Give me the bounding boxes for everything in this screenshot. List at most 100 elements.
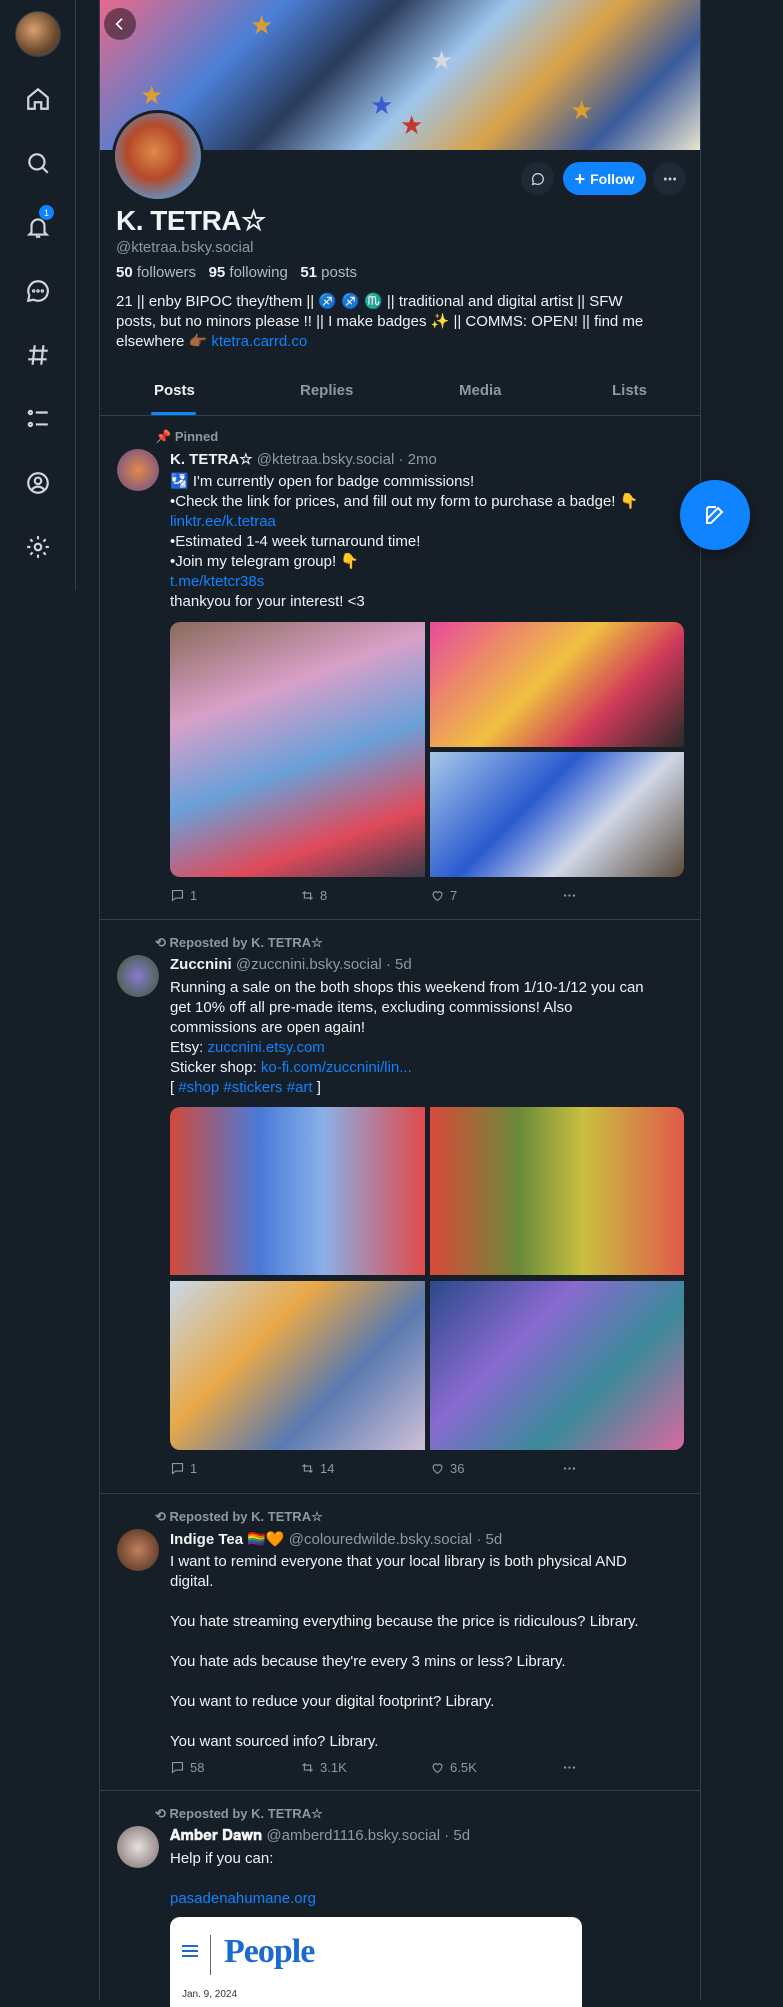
post-context: ⟲ Reposted by K. TETRA☆ bbox=[155, 1806, 323, 1821]
follow-button[interactable]: + Follow bbox=[563, 162, 646, 195]
ellipsis-icon bbox=[663, 177, 676, 180]
posts-count: 51 posts bbox=[300, 264, 358, 281]
following-link[interactable]: 95 following bbox=[209, 264, 288, 281]
author-avatar[interactable] bbox=[117, 449, 159, 491]
post-text: I want to remind everyone that your loca… bbox=[170, 1553, 639, 1750]
profile-bio: 21 || enby BIPOC they/them || ♐ ♐ ♏ || t… bbox=[116, 293, 644, 350]
notification-badge: 1 bbox=[39, 205, 54, 220]
post-image-grid[interactable] bbox=[170, 622, 684, 877]
post-image[interactable] bbox=[170, 1107, 425, 1275]
ellipsis-icon bbox=[563, 1766, 576, 1769]
repost-button[interactable]: 3.1K bbox=[300, 1760, 347, 1775]
profile-icon[interactable] bbox=[22, 467, 54, 499]
lists-icon[interactable] bbox=[22, 403, 54, 435]
bio-link[interactable]: ktetra.carrd.co bbox=[211, 333, 307, 350]
like-button[interactable]: 6.5K bbox=[430, 1760, 477, 1775]
reply-button[interactable]: 1 bbox=[170, 1461, 197, 1476]
chat-bubble-icon bbox=[531, 172, 544, 185]
like-button[interactable]: 7 bbox=[430, 888, 457, 903]
feed-post[interactable]: ⟲ Reposted by K. TETRA☆ Zuccnini @zuccni… bbox=[100, 920, 700, 1494]
plus-icon: + bbox=[574, 168, 586, 189]
profile-main: ★ ★ ★ ★ ★ ★ + Follow K. TETRA☆ @ktetraa.… bbox=[99, 0, 701, 2007]
post-context: 📌 Pinned bbox=[155, 429, 219, 444]
profile-display-name: K. TETRA☆ bbox=[116, 205, 266, 236]
post-image[interactable] bbox=[170, 622, 425, 877]
followers-link[interactable]: 50 followers bbox=[116, 264, 196, 281]
tab-media[interactable]: Media bbox=[459, 382, 502, 399]
ellipsis-icon bbox=[563, 1467, 576, 1470]
post-more-button[interactable] bbox=[562, 888, 577, 903]
menu-icon bbox=[182, 1945, 198, 1947]
home-icon[interactable] bbox=[22, 83, 54, 115]
post-link[interactable]: t.me/ktetcr38s bbox=[170, 572, 680, 592]
chat-icon[interactable] bbox=[22, 275, 54, 307]
profile-handle: @ktetraa.bsky.social bbox=[116, 239, 254, 256]
profile-tabs: Posts Replies Media Lists bbox=[100, 372, 700, 416]
post-link[interactable]: pasadenahumane.org bbox=[170, 1889, 680, 1909]
heart-icon bbox=[432, 1763, 443, 1774]
reply-icon bbox=[171, 1462, 184, 1475]
post-text: Help if you can: pasadenahumane.org bbox=[170, 1849, 680, 1909]
message-button[interactable] bbox=[521, 162, 554, 195]
feed-post[interactable]: 📌 Pinned K. TETRA☆ @ktetraa.bsky.social … bbox=[100, 417, 700, 920]
post-text: 🛂 I'm currently open for badge commissio… bbox=[170, 472, 680, 612]
settings-gear-icon[interactable] bbox=[22, 531, 54, 563]
repost-icon bbox=[302, 1762, 313, 1773]
ellipsis-icon bbox=[563, 894, 576, 897]
post-more-button[interactable] bbox=[562, 1760, 577, 1775]
back-button[interactable] bbox=[104, 8, 136, 40]
post-header: Zuccnini @zuccnini.bsky.social · 5d bbox=[170, 956, 412, 973]
tab-replies[interactable]: Replies bbox=[300, 382, 353, 399]
reply-icon bbox=[171, 1761, 184, 1774]
post-header: Indige Tea 🏳️‍🌈🧡 @colouredwilde.bsky.soc… bbox=[170, 1531, 503, 1548]
link-card-brand: People bbox=[224, 1933, 315, 1970]
notifications-icon[interactable]: 1 bbox=[22, 205, 54, 243]
post-image[interactable] bbox=[430, 622, 684, 747]
author-avatar[interactable] bbox=[117, 1529, 159, 1571]
post-header: 𝐀𝐦𝐛𝐞𝐫 𝐃𝐚𝐰𝐧 @amberd1116.bsky.social · 5d bbox=[170, 1827, 471, 1844]
reply-button[interactable]: 1 bbox=[170, 888, 197, 903]
tab-lists[interactable]: Lists bbox=[612, 382, 647, 399]
feed-post[interactable]: ⟲ Reposted by K. TETRA☆ Indige Tea 🏳️‍🌈🧡… bbox=[100, 1494, 700, 1791]
post-image-grid[interactable] bbox=[170, 1107, 684, 1450]
heart-icon bbox=[432, 891, 443, 902]
post-actions: 58 3.1K 6.5K bbox=[170, 1760, 590, 1780]
tab-posts[interactable]: Posts bbox=[154, 382, 195, 399]
link-preview-card[interactable]: People Jan. 9, 2024 bbox=[170, 1917, 582, 2007]
author-avatar[interactable] bbox=[117, 1826, 159, 1868]
hashtag-links[interactable]: #shop #stickers #art bbox=[178, 1079, 312, 1096]
arrow-left-icon bbox=[115, 18, 123, 30]
compose-icon bbox=[706, 506, 724, 524]
post-actions: 1 14 36 bbox=[170, 1461, 590, 1481]
post-image[interactable] bbox=[430, 752, 684, 877]
repost-button[interactable]: 14 bbox=[300, 1461, 334, 1476]
repost-button[interactable]: 8 bbox=[300, 888, 327, 903]
link-card-date: Jan. 9, 2024 bbox=[182, 1989, 238, 2000]
more-options-button[interactable] bbox=[653, 162, 686, 195]
post-image[interactable] bbox=[170, 1281, 425, 1450]
like-button[interactable]: 36 bbox=[430, 1461, 464, 1476]
active-tab-indicator bbox=[151, 412, 196, 415]
repost-icon bbox=[302, 890, 313, 901]
profile-stats: 50 followers 95 following 51 posts bbox=[116, 264, 357, 281]
post-image[interactable] bbox=[430, 1107, 684, 1275]
post-header: K. TETRA☆ @ktetraa.bsky.social · 2mo bbox=[170, 451, 437, 468]
profile-avatar[interactable] bbox=[112, 110, 204, 202]
feeds-hash-icon[interactable] bbox=[22, 339, 54, 371]
post-image[interactable] bbox=[430, 1281, 684, 1450]
author-avatar[interactable] bbox=[117, 955, 159, 997]
post-link[interactable]: linktr.ee/k.tetraa bbox=[170, 512, 680, 532]
reply-button[interactable]: 58 bbox=[170, 1760, 204, 1775]
repost-icon bbox=[302, 1463, 313, 1474]
sticker-shop-link[interactable]: ko-fi.com/zuccnini/lin... bbox=[261, 1059, 412, 1076]
follow-label: Follow bbox=[590, 170, 635, 187]
search-icon[interactable] bbox=[22, 147, 54, 179]
post-text: Running a sale on the both shops this we… bbox=[170, 979, 644, 1096]
post-actions: 1 8 7 bbox=[170, 888, 590, 908]
current-user-avatar[interactable] bbox=[15, 11, 61, 57]
reply-icon bbox=[171, 889, 184, 902]
compose-post-button[interactable] bbox=[680, 480, 750, 550]
post-more-button[interactable] bbox=[562, 1461, 577, 1476]
heart-icon bbox=[432, 1464, 443, 1475]
etsy-link[interactable]: zuccnini.etsy.com bbox=[208, 1039, 325, 1056]
